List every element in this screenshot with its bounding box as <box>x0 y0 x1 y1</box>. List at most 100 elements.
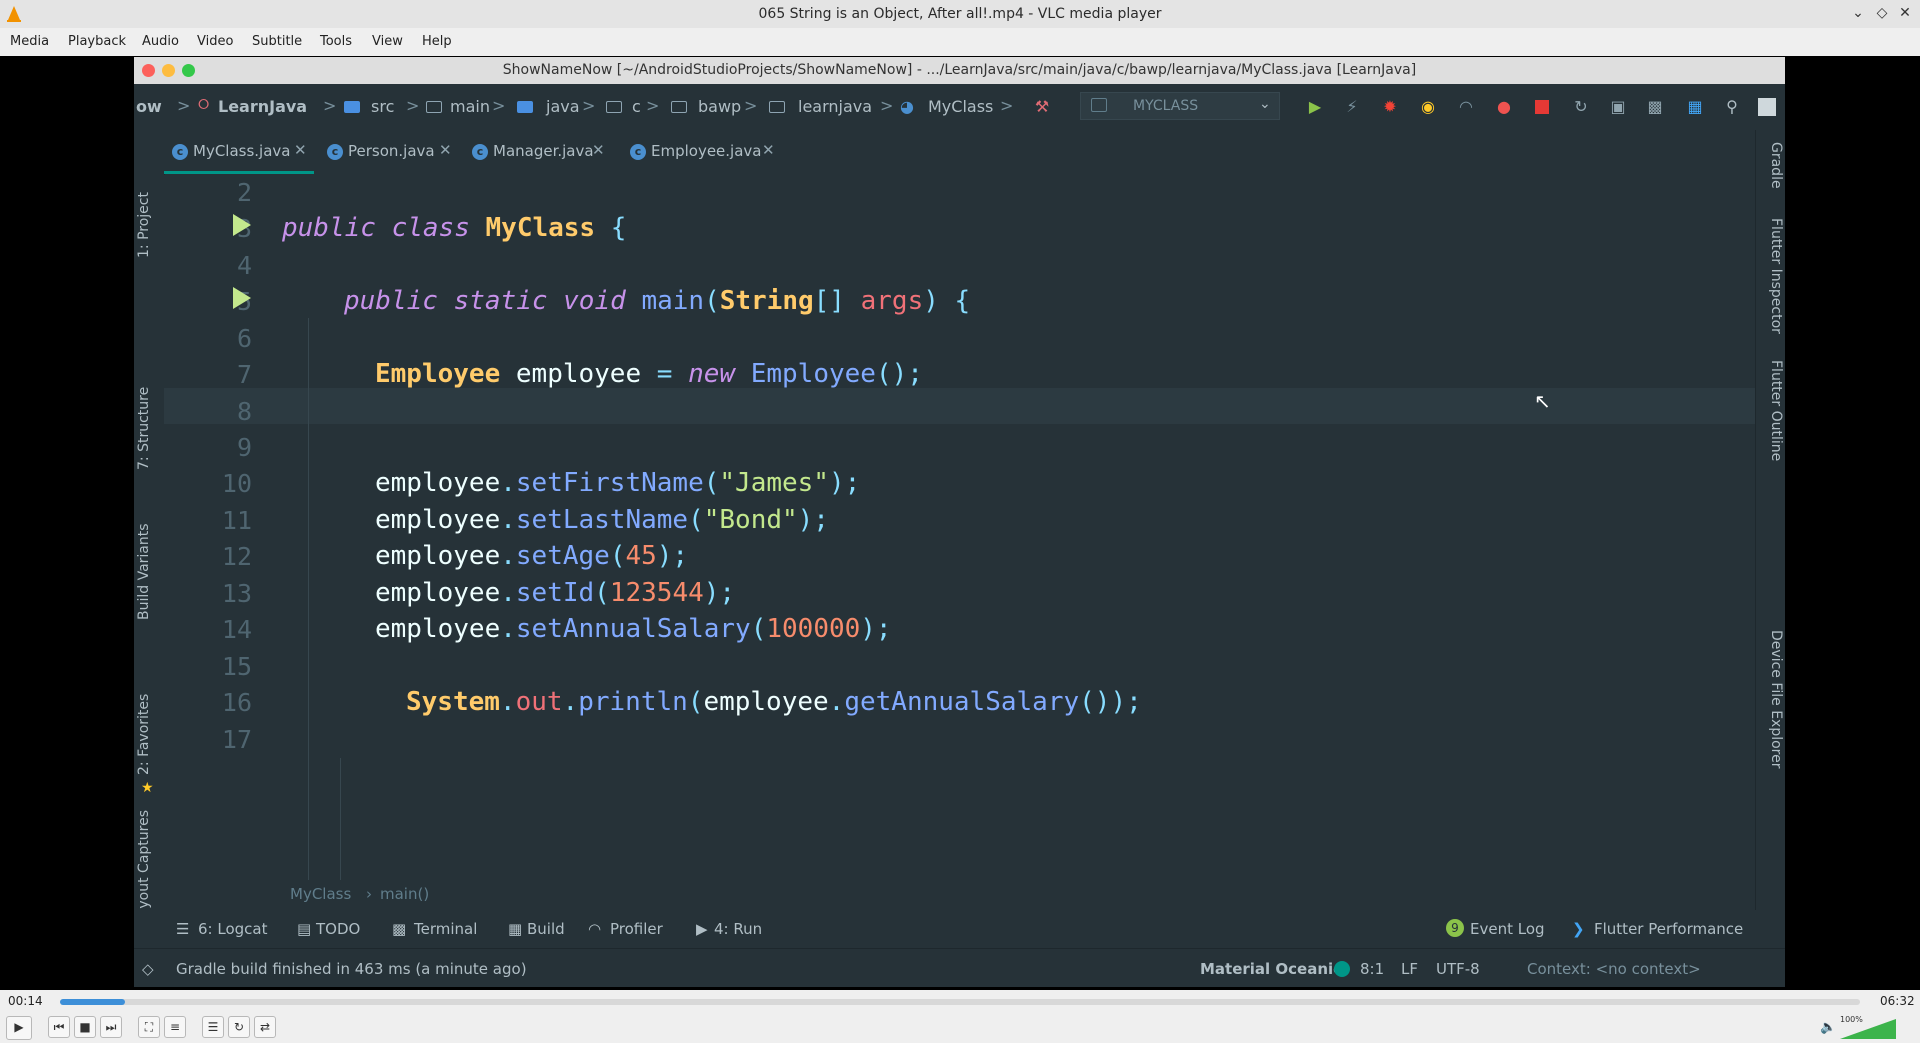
breadcrumb-class[interactable]: MyClass <box>290 885 351 903</box>
breadcrumb-method[interactable]: main() <box>380 885 429 903</box>
token: ( <box>594 578 610 608</box>
minimize-icon[interactable]: ⌄ <box>1848 3 1868 23</box>
crumb-bawp[interactable]: bawp <box>698 97 741 116</box>
menu-video[interactable]: Video <box>197 34 233 49</box>
sdk-manager-icon[interactable]: ▩ <box>1644 96 1666 118</box>
search-icon[interactable]: ⚲ <box>1721 96 1743 118</box>
folder-icon <box>517 101 533 113</box>
token: ( <box>609 541 626 571</box>
user-avatar-icon[interactable] <box>1756 96 1778 118</box>
token: static <box>453 286 548 316</box>
debug-icon[interactable]: ✹ <box>1379 96 1401 118</box>
toolwindow-logcat[interactable]: 6: Logcat <box>198 920 267 938</box>
play-button[interactable]: ▶ <box>6 1016 32 1040</box>
token: [] <box>813 286 845 316</box>
close-tab-icon[interactable]: ✕ <box>592 141 605 159</box>
menu-audio[interactable]: Audio <box>142 34 179 49</box>
tool-device-file-explorer[interactable]: Device File Explorer <box>1768 630 1784 769</box>
menu-help[interactable]: Help <box>422 34 452 49</box>
folder-icon <box>426 101 442 113</box>
crumb-module[interactable]: LearnJava <box>218 97 307 116</box>
crumb-c[interactable]: c <box>632 97 641 116</box>
run-gutter-icon[interactable] <box>233 214 251 236</box>
class-icon: c <box>327 144 343 160</box>
terminal-icon: ▩ <box>392 920 407 938</box>
crumb-src[interactable]: src <box>371 97 394 116</box>
tab-manager[interactable]: c Manager.java ✕ <box>464 130 614 174</box>
run-icon[interactable]: ▶ <box>1304 96 1326 118</box>
avd-manager-icon[interactable]: ▣ <box>1607 96 1629 118</box>
context-indicator[interactable]: Context: <no context> <box>1527 960 1701 978</box>
crumb-myclass[interactable]: MyClass <box>928 97 993 116</box>
caret-position[interactable]: 8:1 <box>1360 960 1384 978</box>
close-tab-icon[interactable]: ✕ <box>762 141 775 159</box>
toolwindow-build[interactable]: Build <box>527 920 565 938</box>
tab-employee[interactable]: c Employee.java ✕ <box>622 130 782 174</box>
token: employee <box>375 578 501 608</box>
crumb-learnjava[interactable]: learnjava <box>798 97 872 116</box>
extended-settings-icon[interactable]: ≡ <box>164 1016 186 1038</box>
menu-media[interactable]: Media <box>10 34 49 49</box>
code-editor[interactable]: 2 3 4 5 6 7 8 9 10 11 12 13 14 15 16 17 … <box>164 175 1755 880</box>
project-structure-icon[interactable]: ▦ <box>1684 96 1706 118</box>
playlist-icon[interactable]: ☰ <box>202 1016 224 1038</box>
tool-build-variants[interactable]: Build Variants <box>136 523 152 620</box>
class-icon: c <box>472 144 488 160</box>
theme-indicator[interactable]: Material Oceanic <box>1200 960 1342 978</box>
menu-playback[interactable]: Playback <box>68 34 126 49</box>
shuffle-icon[interactable]: ⇄ <box>254 1016 276 1038</box>
close-tab-icon[interactable]: ✕ <box>294 141 307 159</box>
toolwindow-run[interactable]: 4: Run <box>714 920 762 938</box>
tool-project[interactable]: 1: Project <box>136 192 152 258</box>
run-config-select[interactable]: MYCLASS ⌄ <box>1080 92 1280 120</box>
tool-flutter-inspector[interactable]: Flutter Inspector <box>1768 218 1784 334</box>
seek-progress <box>60 999 125 1005</box>
flutter-performance-button[interactable]: Flutter Performance <box>1594 920 1743 938</box>
toolwindow-terminal[interactable]: Terminal <box>414 920 477 938</box>
line-separator[interactable]: LF <box>1401 960 1418 978</box>
maximize-icon[interactable]: ◇ <box>1872 3 1892 23</box>
toolwindow-todo[interactable]: TODO <box>316 920 360 938</box>
event-log-button[interactable]: Event Log <box>1470 920 1545 938</box>
fullscreen-icon[interactable]: ⛶ <box>138 1016 160 1038</box>
crumb-main[interactable]: main <box>450 97 490 116</box>
menu-view[interactable]: View <box>372 34 403 49</box>
seek-slider[interactable] <box>60 999 1860 1005</box>
stop-icon[interactable] <box>1531 96 1553 118</box>
token: ) <box>923 286 939 316</box>
tab-myclass[interactable]: c MyClass.java ✕ <box>164 130 314 174</box>
crumb-project[interactable]: ow <box>136 97 162 116</box>
tool-flutter-outline[interactable]: Flutter Outline <box>1768 360 1784 461</box>
menu-tools[interactable]: Tools <box>320 34 352 49</box>
close-tab-icon[interactable]: ✕ <box>439 141 452 159</box>
loop-icon[interactable]: ↻ <box>228 1016 250 1038</box>
tab-person[interactable]: c Person.java ✕ <box>319 130 459 174</box>
file-encoding[interactable]: UTF-8 <box>1436 960 1480 978</box>
toolwindow-profiler[interactable]: Profiler <box>610 920 663 938</box>
next-icon[interactable]: ⏭ <box>100 1016 122 1038</box>
sync-gradle-icon[interactable]: ↻ <box>1570 96 1592 118</box>
tool-favorites[interactable]: 2: Favorites <box>136 694 152 775</box>
build-hammer-icon[interactable]: ⚒ <box>1031 96 1053 118</box>
attach-debugger-icon[interactable]: ● <box>1493 96 1515 118</box>
token: ); <box>656 541 689 571</box>
coverage-icon[interactable]: ◉ <box>1417 96 1439 118</box>
token: setId <box>515 578 595 608</box>
stop-button[interactable]: ■ <box>74 1016 96 1038</box>
previous-icon[interactable]: ⏮ <box>48 1016 70 1038</box>
layers-icon: ◇ <box>142 960 154 978</box>
profile-icon[interactable]: ◠ <box>1455 96 1477 118</box>
volume-slider[interactable]: 100% <box>1840 1015 1896 1039</box>
chevron-right-icon: > <box>177 96 191 115</box>
star-icon: ★ <box>141 780 154 796</box>
token: . <box>499 687 516 717</box>
tool-gradle[interactable]: Gradle <box>1768 142 1784 189</box>
apply-changes-icon[interactable]: ⚡ <box>1341 96 1363 118</box>
menu-subtitle[interactable]: Subtitle <box>252 34 302 49</box>
token: . <box>500 578 516 608</box>
tool-structure[interactable]: 7: Structure <box>136 387 152 470</box>
close-icon[interactable]: ✕ <box>1895 3 1915 23</box>
run-gutter-icon[interactable] <box>233 287 251 309</box>
tool-layout-captures[interactable]: Layout Captures <box>136 810 152 925</box>
crumb-java[interactable]: java <box>546 97 580 116</box>
